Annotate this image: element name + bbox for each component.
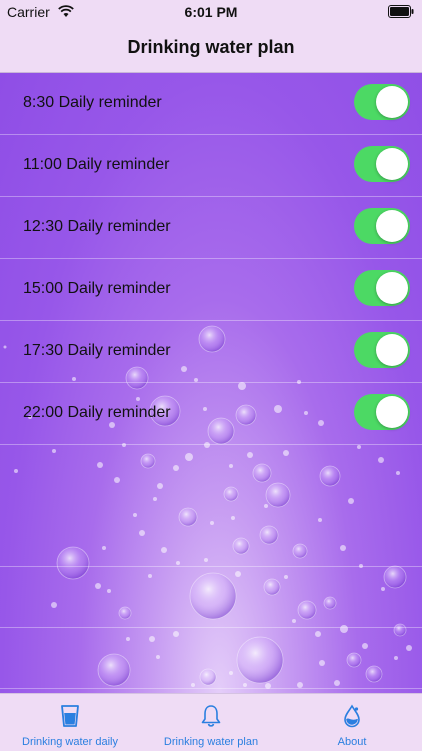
tab-label: About (337, 736, 367, 748)
reminder-row: 15:00 Daily reminder (0, 259, 422, 321)
tab-label: Drinking water daily (22, 736, 118, 748)
tab-bar: Drinking water daily Drinking water plan… (0, 693, 422, 751)
reminder-label: 17:30 Daily reminder (23, 342, 171, 359)
reminder-label: 22:00 Daily reminder (23, 404, 171, 421)
reminder-toggle[interactable] (354, 146, 410, 182)
toggle-knob (376, 334, 408, 366)
glass-icon (61, 705, 79, 727)
toggle-knob (376, 396, 408, 428)
reminder-row: 11:00 Daily reminder (0, 135, 422, 197)
reminder-row: 17:30 Daily reminder (0, 321, 422, 383)
reminder-toggle[interactable] (354, 332, 410, 368)
status-bar: Carrier 6:01 PM (0, 0, 422, 24)
tab-about[interactable]: About (282, 694, 422, 751)
reminder-label: 8:30 Daily reminder (23, 94, 162, 111)
tab-drinking-water-daily[interactable]: Drinking water daily (0, 694, 140, 751)
navigation-bar: Drinking water plan (0, 24, 422, 73)
toggle-knob (376, 272, 408, 304)
status-time: 6:01 PM (184, 4, 238, 20)
reminder-toggle[interactable] (354, 208, 410, 244)
toggle-knob (376, 86, 408, 118)
reminder-list-area: 8:30 Daily reminder 11:00 Daily reminder… (0, 73, 422, 693)
battery-icon (388, 5, 414, 18)
reminder-list: 8:30 Daily reminder 11:00 Daily reminder… (0, 73, 422, 445)
reminder-toggle[interactable] (354, 84, 410, 120)
row-separator (0, 627, 422, 628)
reminder-label: 15:00 Daily reminder (23, 280, 171, 297)
tab-drinking-water-plan[interactable]: Drinking water plan (141, 694, 281, 751)
reminder-label: 11:00 Daily reminder (23, 156, 170, 173)
row-separator (0, 688, 422, 689)
tab-label: Drinking water plan (163, 736, 259, 748)
toggle-knob (376, 148, 408, 180)
reminder-label: 12:30 Daily reminder (23, 218, 171, 235)
reminder-toggle[interactable] (354, 394, 410, 430)
bell-icon (201, 705, 221, 727)
reminder-row: 12:30 Daily reminder (0, 197, 422, 259)
reminder-row: 8:30 Daily reminder (0, 73, 422, 135)
water-drop-icon (344, 704, 360, 728)
reminder-toggle[interactable] (354, 270, 410, 306)
page-title: Drinking water plan (127, 37, 295, 57)
reminder-row: 22:00 Daily reminder (0, 383, 422, 445)
row-separator (0, 566, 422, 567)
toggle-knob (376, 210, 408, 242)
